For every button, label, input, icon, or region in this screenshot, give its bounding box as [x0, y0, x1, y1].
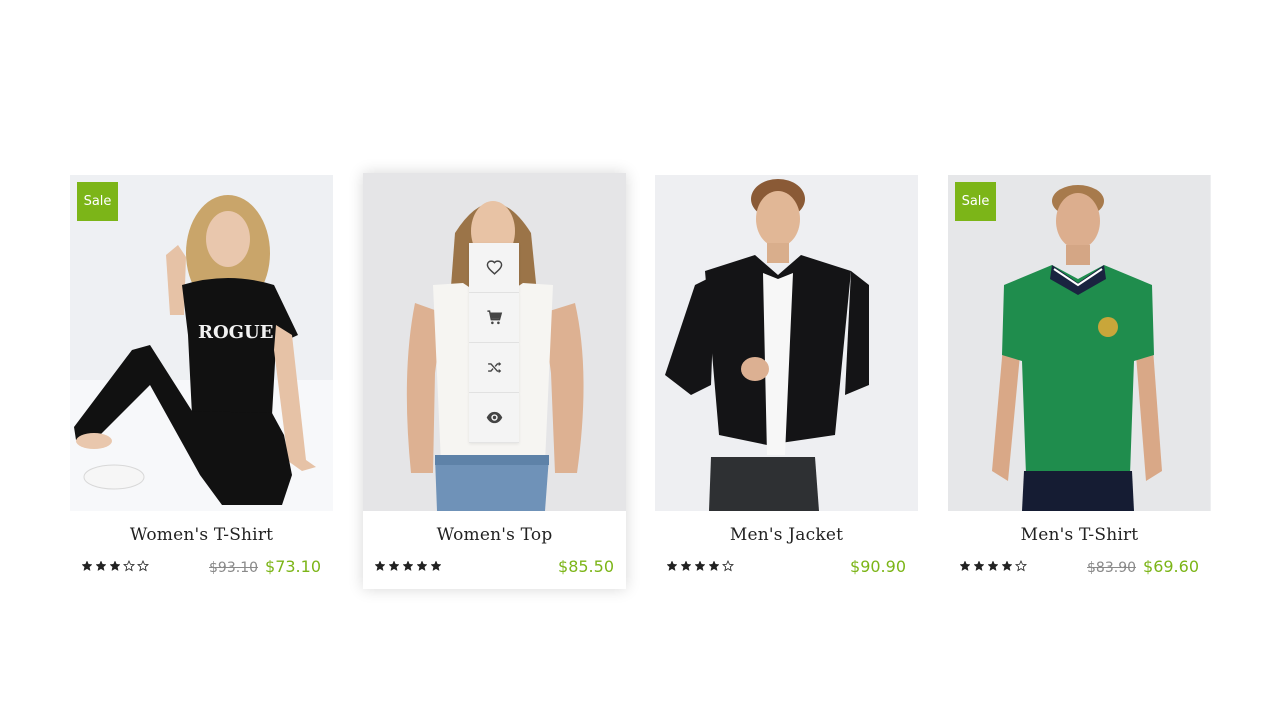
rating-stars: [374, 560, 442, 572]
svg-text:ROGUE: ROGUE: [198, 322, 273, 343]
cart-icon: [486, 310, 502, 325]
star-filled-icon: [680, 560, 692, 572]
star-filled-icon: [95, 560, 107, 572]
product-photo: ROGUE: [70, 175, 333, 511]
product-image[interactable]: [363, 173, 626, 511]
star-filled-icon: [430, 560, 442, 572]
sale-badge: Sale: [77, 182, 118, 221]
product-photo: [655, 175, 918, 511]
price: $90.90: [850, 557, 906, 576]
product-title[interactable]: Men's T-Shirt: [948, 525, 1211, 545]
product-title[interactable]: Women's T-Shirt: [70, 525, 333, 545]
rating-stars: [81, 560, 149, 572]
sale-price: $73.10: [265, 557, 321, 576]
star-filled-icon: [402, 560, 414, 572]
price-row: $83.90 $69.60: [1087, 557, 1199, 576]
product-photo: [948, 175, 1210, 511]
star-filled-icon: [416, 560, 428, 572]
star-filled-icon: [374, 560, 386, 572]
product-image[interactable]: [655, 175, 918, 511]
rating-stars: [666, 560, 734, 572]
price-row: $85.50: [558, 557, 614, 576]
old-price: $83.90: [1087, 560, 1137, 576]
eye-icon: [486, 411, 502, 424]
add-to-cart-button[interactable]: [469, 293, 519, 343]
quick-view-button[interactable]: [469, 393, 519, 443]
product-card-womens-top[interactable]: Women's Top $85.50: [363, 173, 626, 589]
star-filled-icon: [973, 560, 985, 572]
star-empty-icon: [137, 560, 149, 572]
product-card-mens-jacket[interactable]: Men's Jacket $90.90: [655, 175, 918, 589]
sale-badge: Sale: [955, 182, 996, 221]
product-image[interactable]: Sale: [948, 175, 1211, 511]
quick-actions: [469, 243, 519, 443]
product-grid: ROGUE Sale Women's T-Shirt $93.10 $73.10: [0, 0, 1280, 720]
wishlist-button[interactable]: [469, 243, 519, 293]
star-filled-icon: [388, 560, 400, 572]
product-card-mens-tshirt[interactable]: Sale Men's T-Shirt $83.90 $69.60: [948, 175, 1211, 589]
heart-icon: [486, 260, 502, 275]
star-empty-icon: [722, 560, 734, 572]
product-image[interactable]: ROGUE Sale: [70, 175, 333, 511]
product-card-womens-tshirt[interactable]: ROGUE Sale Women's T-Shirt $93.10 $73.10: [70, 175, 333, 589]
star-empty-icon: [1015, 560, 1027, 572]
star-empty-icon: [123, 560, 135, 572]
price: $85.50: [558, 557, 614, 576]
star-filled-icon: [694, 560, 706, 572]
star-filled-icon: [959, 560, 971, 572]
product-title[interactable]: Women's Top: [363, 525, 626, 545]
star-filled-icon: [708, 560, 720, 572]
price-row: $90.90: [850, 557, 906, 576]
star-filled-icon: [1001, 560, 1013, 572]
star-filled-icon: [987, 560, 999, 572]
shuffle-icon: [487, 361, 501, 374]
rating-stars: [959, 560, 1027, 572]
old-price: $93.10: [209, 560, 259, 576]
sale-price: $69.60: [1143, 557, 1199, 576]
star-filled-icon: [666, 560, 678, 572]
product-title[interactable]: Men's Jacket: [655, 525, 918, 545]
star-filled-icon: [81, 560, 93, 572]
compare-button[interactable]: [469, 343, 519, 393]
star-filled-icon: [109, 560, 121, 572]
price-row: $93.10 $73.10: [209, 557, 321, 576]
